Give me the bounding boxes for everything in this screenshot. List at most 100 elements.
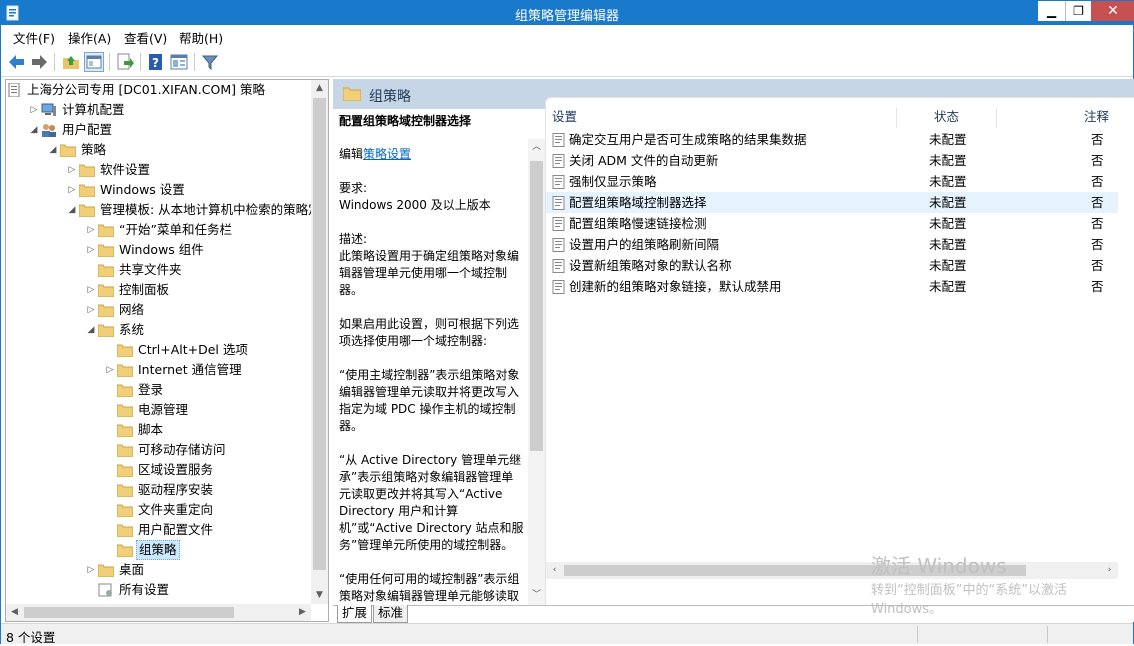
tree-item[interactable]: 区域设置服务 <box>6 460 311 480</box>
table-row[interactable]: 创建新的组策略对象链接，默认成禁用 未配置 否 <box>546 276 1134 297</box>
scroll-thumb[interactable] <box>313 98 326 570</box>
tree-item[interactable]: 文件夹重定向 <box>6 500 311 520</box>
menu-help[interactable]: 帮助(H) <box>179 28 223 47</box>
table-row[interactable]: 确定交互用户是否可生成策略的结果集数据 未配置 否 <box>546 129 1134 150</box>
expand-arrow-icon[interactable]: ▷ <box>86 280 96 300</box>
tree-vertical-scrollbar[interactable]: ▲ ▼ <box>311 80 328 604</box>
tree-item[interactable]: Ctrl+Alt+Del 选项 <box>6 340 311 360</box>
tree-item[interactable]: ◢ 策略 <box>6 140 311 160</box>
scroll-up-arrow-icon[interactable]: ︿ <box>528 139 545 156</box>
scroll-up-arrow-icon[interactable]: ▲ <box>311 80 328 97</box>
column-divider[interactable] <box>896 108 897 128</box>
minimize-icon: ▁ <box>1046 4 1057 18</box>
tree-item[interactable]: 组策略 <box>6 540 311 560</box>
restore-button[interactable]: ❐ <box>1065 1 1091 21</box>
table-row[interactable]: 设置用户的组策略刷新间隔 未配置 否 <box>546 234 1134 255</box>
tree-item[interactable]: 电源管理 <box>6 400 311 420</box>
tree-item[interactable]: 用户配置文件 <box>6 520 311 540</box>
list-horizontal-scrollbar[interactable]: ‹ › <box>546 562 1118 579</box>
scroll-right-arrow-icon[interactable]: › <box>1101 562 1118 579</box>
menu-action[interactable]: 操作(A) <box>68 28 111 47</box>
tree-item[interactable]: 登录 <box>6 380 311 400</box>
tree-item[interactable]: ▷ 桌面 <box>6 560 311 580</box>
up-level-button[interactable] <box>61 52 81 72</box>
menu-file[interactable]: 文件(F) <box>13 28 55 47</box>
table-row[interactable]: 强制仅显示策略 未配置 否 <box>546 171 1134 192</box>
policy-setting-icon <box>552 154 565 168</box>
tree-item-label: 上海分公司专用 [DC01.XIFAN.COM] 策略 <box>27 82 265 97</box>
tree-item[interactable]: 驱动程序安装 <box>6 480 311 500</box>
table-row[interactable]: 设置新组策略对象的默认名称 未配置 否 <box>546 255 1134 276</box>
table-row[interactable]: 配置组策略域控制器选择 未配置 否 <box>546 192 1134 213</box>
collapse-arrow-icon[interactable]: ◢ <box>86 320 96 340</box>
table-row[interactable]: 关闭 ADM 文件的自动更新 未配置 否 <box>546 150 1134 171</box>
column-header-state[interactable]: 状态 <box>934 108 959 128</box>
table-row[interactable]: 配置组策略慢速链接检测 未配置 否 <box>546 213 1134 234</box>
scroll-right-arrow-icon[interactable]: ▶ <box>294 604 311 621</box>
expand-arrow-icon[interactable]: ▷ <box>67 180 77 200</box>
list-vertical-scrollbar[interactable] <box>1118 98 1134 579</box>
expand-arrow-icon[interactable]: ▷ <box>86 220 96 240</box>
tree-item[interactable]: 可移动存储访问 <box>6 440 311 460</box>
scroll-left-arrow-icon[interactable]: ◀ <box>6 604 23 621</box>
collapse-arrow-icon[interactable]: ◢ <box>48 140 58 160</box>
tree-item[interactable]: ▷ 计算机配置 <box>6 100 311 120</box>
edit-policy-link[interactable]: 策略设置 <box>363 147 411 161</box>
setting-name: 强制仅显示策略 <box>569 174 657 189</box>
column-header-comment[interactable]: 注释 <box>1084 108 1109 128</box>
export-list-icon <box>117 53 134 70</box>
tree-item[interactable]: ▷ 网络 <box>6 300 311 320</box>
column-divider[interactable] <box>996 108 997 128</box>
expand-arrow-icon[interactable]: ▷ <box>86 240 96 260</box>
tree-item[interactable]: ▷ “开始”菜单和任务栏 <box>6 220 311 240</box>
close-button[interactable]: ✕ <box>1091 1 1134 21</box>
scroll-thumb[interactable] <box>24 607 234 618</box>
expand-arrow-icon[interactable]: ▷ <box>86 560 96 580</box>
folder-icon <box>97 563 115 578</box>
scroll-down-arrow-icon[interactable]: ﹀ <box>528 587 545 604</box>
expand-arrow-icon[interactable]: ▷ <box>105 360 115 380</box>
tree-item[interactable]: ▷ 软件设置 <box>6 160 311 180</box>
tree-item[interactable]: ▷ Windows 组件 <box>6 240 311 260</box>
tab-extended[interactable]: 扩展 <box>337 605 373 623</box>
filter-button[interactable] <box>200 52 220 72</box>
expand-arrow-icon[interactable]: ▷ <box>86 300 96 320</box>
show-hide-tree-button[interactable] <box>84 52 104 72</box>
properties-button[interactable] <box>169 52 189 72</box>
expand-arrow-icon[interactable]: ▷ <box>67 160 77 180</box>
tree-horizontal-scrollbar[interactable]: ◀ ▶ <box>6 604 311 621</box>
tab-standard[interactable]: 标准 <box>373 605 409 623</box>
menu-view[interactable]: 查看(V) <box>124 28 167 47</box>
tree-item[interactable]: ▷ 控制面板 <box>6 280 311 300</box>
tree-item-label: 网络 <box>119 302 145 317</box>
scroll-down-arrow-icon[interactable]: ▼ <box>311 587 328 604</box>
scroll-thumb[interactable] <box>530 161 543 451</box>
console-tree[interactable]: 上海分公司专用 [DC01.XIFAN.COM] 策略 ▷ 计算机配置 ◢ 用户配置 ◢ 策… <box>5 79 329 622</box>
tree-item[interactable]: 共享文件夹 <box>6 260 311 280</box>
forward-button[interactable] <box>29 52 49 72</box>
scroll-left-arrow-icon[interactable]: ‹ <box>546 562 563 579</box>
description-scrollbar[interactable]: ︿ ﹀ <box>528 139 545 605</box>
title-bar[interactable]: 组策略管理编辑器 ▁ ❐ ✕ <box>1 1 1134 25</box>
properties-icon <box>170 54 188 70</box>
collapse-arrow-icon[interactable]: ◢ <box>67 200 77 220</box>
tree-item-label: Internet 通信管理 <box>138 362 242 377</box>
activation-watermark-line: Windows。 <box>871 602 943 617</box>
tree-item[interactable]: 脚本 <box>6 420 311 440</box>
tree-item[interactable]: ▷ Internet 通信管理 <box>6 360 311 380</box>
tree-item[interactable]: 所有设置 <box>6 580 311 600</box>
tree-item[interactable]: 上海分公司专用 [DC01.XIFAN.COM] 策略 <box>6 80 311 100</box>
help-button[interactable]: ? <box>146 52 166 72</box>
tree-item[interactable]: ▷ Windows 设置 <box>6 180 311 200</box>
setting-comment: 否 <box>1091 195 1104 210</box>
export-list-button[interactable] <box>115 52 135 72</box>
expand-arrow-icon[interactable]: ▷ <box>29 100 39 120</box>
tree-item[interactable]: ◢ 系统 <box>6 320 311 340</box>
minimize-button[interactable]: ▁ <box>1038 1 1065 21</box>
settings-list[interactable]: 设置 状态 注释 确定交互用户是否可生成策略的结果集数据 未配置否关闭 ADM 文… <box>545 97 1134 605</box>
tree-item[interactable]: ◢ 管理模板: 从本地计算机中检索的策略定义 <box>6 200 328 220</box>
back-button[interactable] <box>7 52 27 72</box>
column-header-setting[interactable]: 设置 <box>552 108 577 128</box>
collapse-arrow-icon[interactable]: ◢ <box>29 120 39 140</box>
tree-item[interactable]: ◢ 用户配置 <box>6 120 311 140</box>
